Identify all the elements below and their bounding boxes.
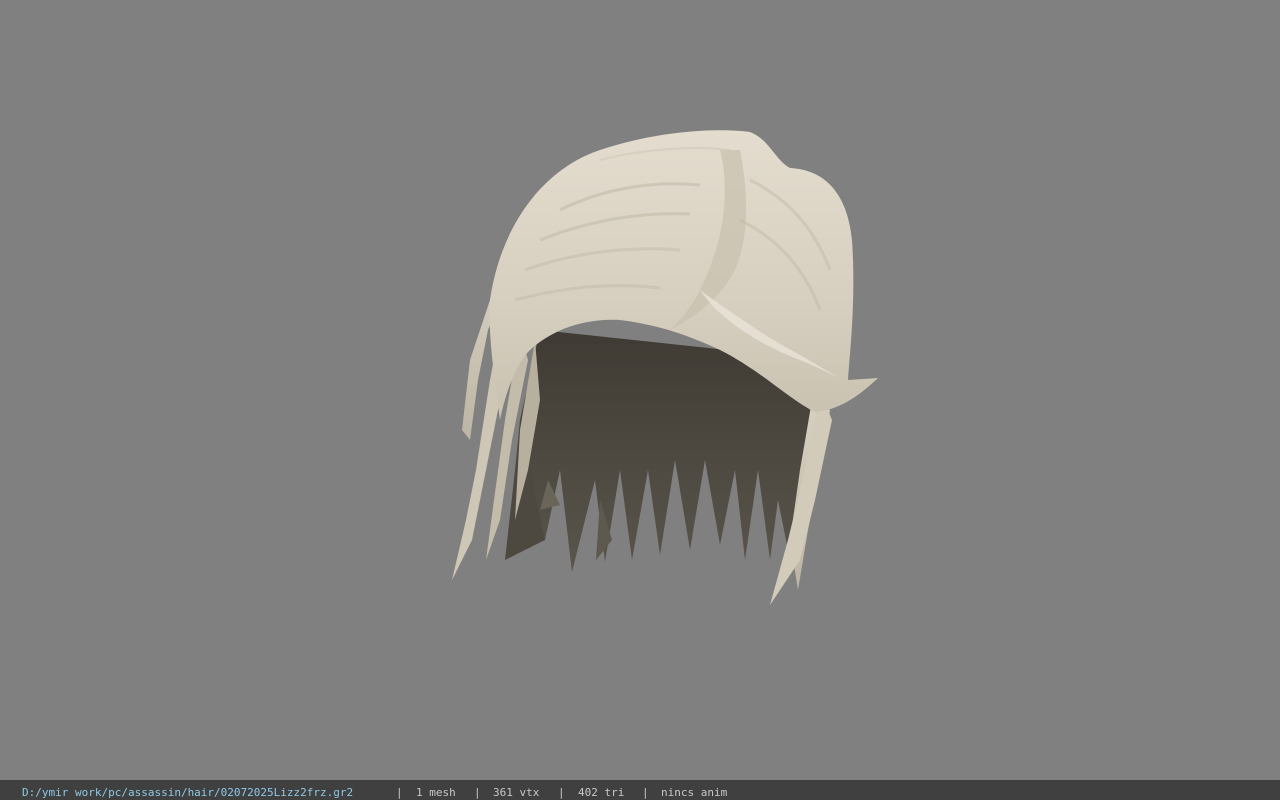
separator: |	[474, 786, 481, 799]
file-path-label: D:/ymir work/pc/assassin/hair/02072025Li…	[22, 786, 354, 799]
hair-model-render	[452, 130, 878, 605]
status-bar: D:/ymir work/pc/assassin/hair/02072025Li…	[0, 780, 1280, 800]
separator: |	[642, 786, 649, 799]
separator: |	[396, 786, 403, 799]
mesh-count-label: 1 mesh	[416, 786, 456, 799]
triangle-count-label: 402 tri	[578, 786, 625, 799]
3d-viewport[interactable]	[0, 0, 1280, 780]
vertex-count-label: 361 vtx	[493, 786, 540, 799]
animation-info-label: nincs anim	[661, 786, 728, 799]
separator: |	[558, 786, 565, 799]
